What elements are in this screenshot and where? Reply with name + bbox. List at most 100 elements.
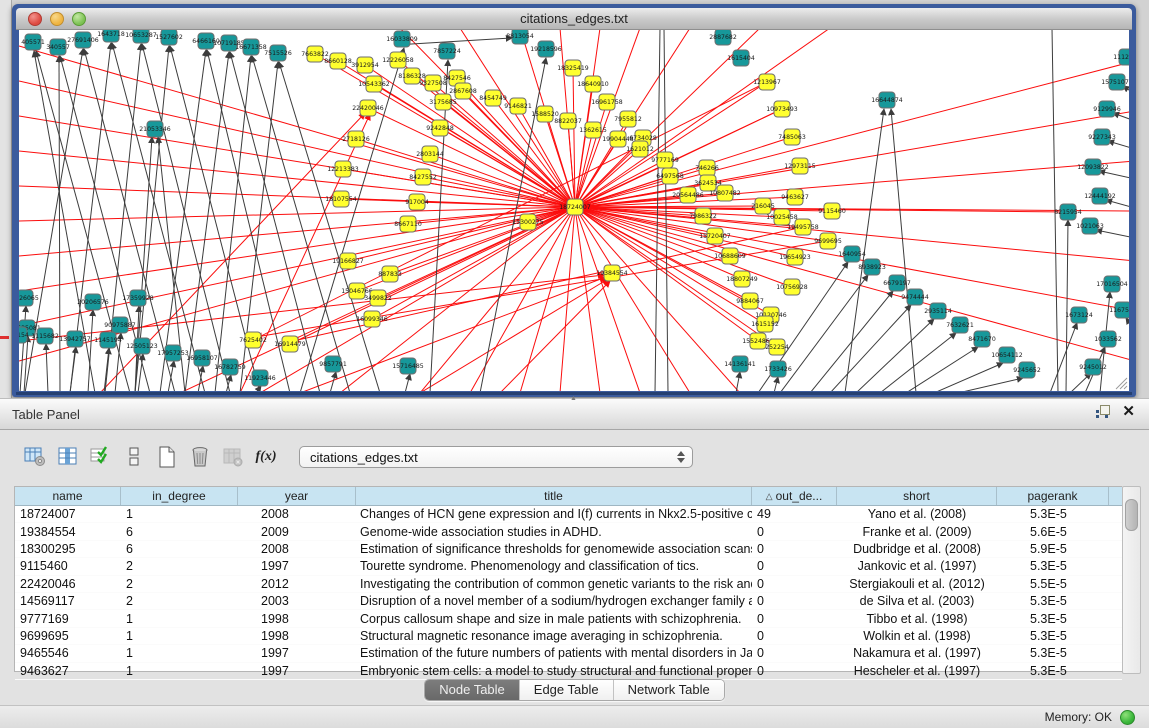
graph-node[interactable]: 16033809 [386, 31, 418, 47]
column-header-pagerank[interactable]: pagerank [997, 487, 1109, 505]
graph-node[interactable]: 1643718 [97, 30, 125, 42]
table-row[interactable]: 1938455462009Genome-wide association stu… [15, 523, 1122, 540]
graph-node[interactable]: 1733426 [764, 361, 792, 377]
graph-node[interactable]: 7857224 [433, 43, 461, 59]
delete-table-icon[interactable] [189, 446, 211, 468]
column-header-short[interactable]: short [837, 487, 997, 505]
graph-node[interactable]: 1021063 [1076, 218, 1104, 234]
graph-node[interactable]: 7485063 [778, 129, 806, 145]
graph-node[interactable]: 12973115 [784, 158, 816, 174]
graph-node[interactable]: 887833 [378, 266, 402, 282]
graph-node[interactable]: 10756928 [776, 279, 808, 295]
network-canvas[interactable]: 4055713405572769140616437181065328715276… [19, 30, 1129, 391]
graph-edge[interactable] [70, 347, 76, 391]
graph-edge[interactable] [575, 207, 1129, 361]
select-all-icon[interactable] [90, 446, 112, 468]
table-row[interactable]: 977716911998Corpus callosum shape and si… [15, 610, 1122, 627]
graph-edge[interactable] [420, 279, 608, 391]
close-panel-icon[interactable]: ✕ [1122, 405, 1135, 419]
graph-node[interactable]: 12226058 [382, 52, 414, 68]
splitter-handle[interactable]: ▲ [570, 396, 580, 401]
graph-node[interactable]: 19654923 [779, 249, 811, 265]
float-panel-icon[interactable] [1096, 405, 1110, 419]
graph-node[interactable]: 9245652 [1013, 362, 1041, 378]
graph-edge[interactable] [1126, 318, 1129, 331]
graph-node[interactable]: 3912954 [351, 57, 379, 73]
column-header-in_degree[interactable]: in_degree [121, 487, 238, 505]
graph-node[interactable]: 1145194 [94, 332, 122, 348]
graph-node[interactable]: 1615404 [727, 50, 755, 66]
graph-edge[interactable] [1070, 373, 1091, 391]
tab-node-table[interactable]: Node Table [425, 680, 520, 700]
graph-node[interactable]: 19495758 [787, 219, 819, 235]
table-row[interactable]: 911546021997Tourette syndrome. Phenomeno… [15, 558, 1122, 575]
graph-edge[interactable] [891, 109, 916, 391]
select-columns-icon[interactable] [57, 446, 79, 468]
graph-node[interactable]: 1213967 [753, 74, 781, 90]
memory-status-icon[interactable] [1120, 710, 1135, 725]
graph-node[interactable]: 1640954 [838, 246, 866, 262]
function-builder-icon[interactable]: f(x) [255, 446, 277, 468]
tab-edge-table[interactable]: Edge Table [520, 680, 614, 700]
graph-node[interactable]: 18807249 [726, 271, 758, 287]
graph-edge[interactable] [1050, 323, 1077, 391]
graph-node[interactable]: 8813054 [506, 30, 534, 44]
graph-node[interactable]: 18107554 [325, 191, 357, 207]
graph-edge[interactable] [343, 169, 575, 207]
graph-node[interactable]: 8427552 [409, 169, 437, 185]
graph-node[interactable]: 2887682 [709, 30, 737, 45]
graph-edge[interactable] [1096, 230, 1129, 238]
graph-node[interactable]: 10653287 [125, 30, 157, 43]
graph-edge[interactable] [368, 108, 575, 207]
graph-node[interactable]: 3175685 [429, 94, 457, 110]
table-row[interactable]: 969969511998Structural magnetic resonanc… [15, 628, 1122, 645]
graph-node[interactable]: 21053346 [139, 121, 171, 137]
graph-edge[interactable] [185, 52, 229, 391]
graph-node[interactable]: 7625402 [239, 332, 267, 348]
column-header-year[interactable]: year [238, 487, 356, 505]
graph-node[interactable]: 19218596 [530, 41, 562, 57]
network-table-select[interactable]: citations_edges.txt [299, 446, 693, 468]
graph-node[interactable]: 12213383 [327, 161, 359, 177]
graph-edge[interactable] [19, 46, 575, 207]
table-row[interactable]: 1456911722003Disruption of a novel membe… [15, 593, 1122, 610]
graph-node[interactable]: 10654112 [991, 347, 1023, 363]
graph-edge[interactable] [500, 281, 610, 391]
column-settings-icon[interactable] [24, 446, 46, 468]
graph-edge[interactable] [560, 207, 575, 391]
graph-edge[interactable] [1106, 200, 1129, 208]
graph-node[interactable]: 15716485 [392, 358, 424, 374]
graph-node[interactable]: 1112954 [1113, 49, 1129, 65]
graph-edge[interactable] [24, 336, 28, 391]
graph-node[interactable]: 2803144 [416, 146, 444, 162]
graph-edge[interactable] [906, 347, 978, 391]
graph-edge[interactable] [934, 363, 1003, 391]
graph-node[interactable]: 7955812 [614, 111, 642, 127]
graph-node[interactable]: 746266 [695, 160, 719, 176]
graph-node[interactable]: 8938923 [858, 259, 886, 275]
graph-edge[interactable] [856, 319, 934, 391]
graph-node[interactable]: 1033562 [1094, 331, 1122, 347]
graph-node[interactable]: 8471670 [968, 331, 996, 347]
graph-node[interactable]: 17016504 [1096, 276, 1128, 292]
graph-edge[interactable] [575, 207, 600, 391]
graph-edge[interactable] [810, 291, 893, 391]
graph-edge[interactable] [880, 333, 956, 391]
table-panel-titlebar[interactable]: ▲ Table Panel ✕ [0, 398, 1149, 430]
graph-node[interactable]: 15751074 [1101, 74, 1129, 90]
graph-node[interactable]: 216045 [751, 198, 775, 214]
table-row[interactable]: 1830029562008Estimation of significance … [15, 541, 1122, 558]
scrollbar-thumb[interactable] [1125, 499, 1138, 531]
graph-node[interactable]: 9146821 [504, 98, 532, 114]
graph-node[interactable]: 16961758 [591, 94, 623, 110]
graph-node[interactable]: 8454749 [479, 90, 507, 106]
graph-node[interactable]: 8215954 [1054, 204, 1082, 220]
graph-node[interactable]: 2526065 [19, 290, 39, 306]
table-row[interactable]: 2242004622012Investigating the contribut… [15, 576, 1122, 593]
network-window-titlebar[interactable]: citations_edges.txt [16, 8, 1132, 30]
graph-node[interactable]: 405571 [21, 34, 45, 50]
graph-node[interactable]: 2935114 [924, 303, 952, 319]
graph-node[interactable]: 18325419 [557, 60, 589, 76]
table-vertical-scrollbar[interactable] [1122, 486, 1141, 674]
table-row[interactable]: 946554611997Estimation of the future num… [15, 645, 1122, 662]
